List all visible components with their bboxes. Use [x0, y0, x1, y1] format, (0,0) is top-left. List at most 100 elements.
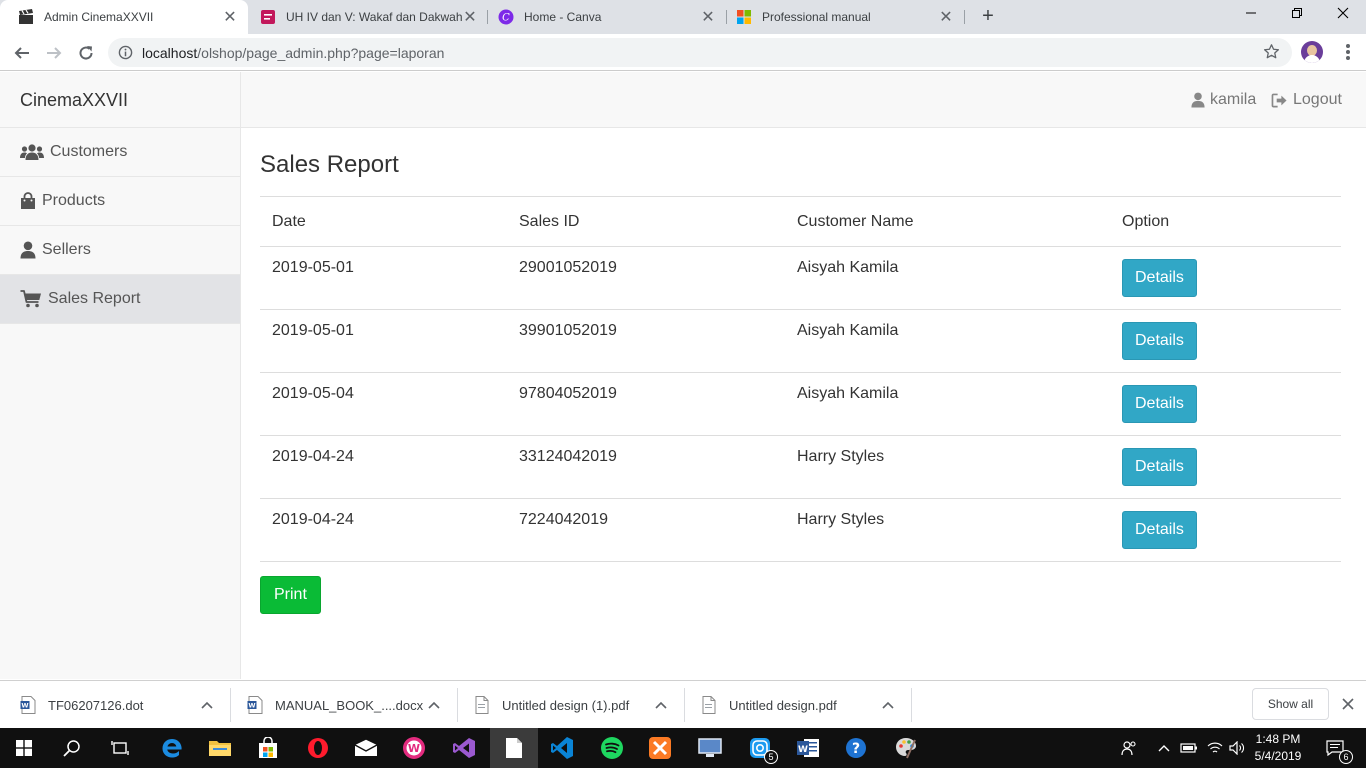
- vscode-icon: [551, 737, 573, 759]
- store-app[interactable]: [244, 728, 292, 768]
- tab-professional-manual[interactable]: Professional manual ✕: [718, 0, 964, 34]
- task-view-icon: [111, 741, 129, 755]
- help-app[interactable]: ?: [832, 728, 880, 768]
- back-button[interactable]: [10, 41, 34, 65]
- close-icon[interactable]: ✕: [222, 7, 238, 27]
- download-item[interactable]: Untitled design (1).pdf: [474, 681, 674, 729]
- sidebar-item-sellers[interactable]: Sellers: [0, 226, 240, 275]
- details-button[interactable]: Details: [1122, 259, 1197, 297]
- close-icon[interactable]: ✕: [462, 7, 478, 27]
- chevron-up-icon[interactable]: [882, 697, 894, 712]
- cell-sales-id: 39901052019: [507, 309, 785, 373]
- new-tab-button[interactable]: +: [976, 5, 1000, 29]
- profile-avatar[interactable]: [1301, 41, 1323, 63]
- sales-report-table: Date Sales ID Customer Name Option 2019-…: [260, 196, 1341, 562]
- sidebar-item-label: Sellers: [42, 241, 91, 258]
- download-item[interactable]: Untitled design.pdf: [701, 681, 901, 729]
- paint-app[interactable]: [882, 728, 930, 768]
- monitor-icon: [698, 738, 722, 757]
- instagram-app[interactable]: 5: [736, 728, 784, 768]
- system-clock[interactable]: 1:48 PM 5/4/2019: [1248, 731, 1308, 765]
- download-item[interactable]: W TF06207126.dot: [20, 681, 220, 729]
- print-button[interactable]: Print: [260, 576, 321, 614]
- restore-window-button[interactable]: [1274, 0, 1320, 30]
- visual-studio-app[interactable]: [440, 728, 488, 768]
- restore-icon: [1292, 8, 1302, 18]
- battery-icon[interactable]: [1178, 728, 1200, 768]
- bookmark-star-icon[interactable]: [1263, 43, 1280, 65]
- close-window-button[interactable]: [1320, 0, 1366, 30]
- task-view-button[interactable]: [96, 728, 144, 768]
- details-button[interactable]: Details: [1122, 385, 1197, 423]
- download-item[interactable]: W MANUAL_BOOK_....docx: [247, 681, 447, 729]
- close-shelf-button[interactable]: [1338, 694, 1358, 714]
- divider: [911, 688, 912, 722]
- svg-text:W: W: [21, 702, 28, 710]
- tab-title: Home - Canva: [524, 10, 602, 24]
- address-bar[interactable]: localhost/olshop/page_admin.php?page=lap…: [108, 38, 1292, 67]
- file-explorer-app[interactable]: [196, 728, 244, 768]
- brand-title[interactable]: CinemaXXVII: [0, 72, 240, 128]
- sidebar-item-products[interactable]: Products: [0, 177, 240, 226]
- vscode-app[interactable]: [538, 728, 586, 768]
- edge-icon: [162, 739, 182, 758]
- chevron-up-icon[interactable]: [428, 697, 440, 712]
- tab-admin-cinemaxxvii[interactable]: Admin CinemaXXVII ✕: [0, 0, 248, 34]
- details-button[interactable]: Details: [1122, 511, 1197, 549]
- sign-out-icon: [1271, 93, 1288, 108]
- action-center-button[interactable]: 6: [1318, 728, 1353, 768]
- sidebar: CinemaXXVII Customers Products Sellers S…: [0, 72, 241, 679]
- xampp-app[interactable]: [636, 728, 684, 768]
- monitor-app[interactable]: [686, 728, 734, 768]
- reload-button[interactable]: [74, 41, 98, 65]
- users-icon: [20, 143, 44, 161]
- cell-date: 2019-05-01: [260, 309, 507, 373]
- spotify-app[interactable]: [588, 728, 636, 768]
- form-icon: [260, 9, 276, 25]
- document-app[interactable]: [490, 728, 538, 768]
- tab-home-canva[interactable]: C Home - Canva ✕: [480, 0, 726, 34]
- forward-button[interactable]: [42, 41, 66, 65]
- wamp-app[interactable]: W: [390, 728, 438, 768]
- edge-app[interactable]: [148, 728, 196, 768]
- logout-link[interactable]: Logout: [1271, 72, 1342, 128]
- chevron-up-icon[interactable]: [655, 697, 667, 712]
- user-menu[interactable]: kamila: [1191, 72, 1256, 128]
- close-icon: [1342, 698, 1354, 710]
- shopping-cart-icon: [20, 290, 42, 308]
- mail-app[interactable]: [342, 728, 390, 768]
- browser-menu-icon[interactable]: [1338, 42, 1358, 62]
- word-app[interactable]: W: [784, 728, 832, 768]
- show-all-button[interactable]: Show all: [1252, 688, 1329, 720]
- chevron-up-icon[interactable]: [201, 697, 213, 712]
- windows-start-button[interactable]: [0, 728, 48, 768]
- sidebar-item-customers[interactable]: Customers: [0, 128, 240, 177]
- people-icon[interactable]: [1116, 728, 1142, 768]
- table-header-row: Date Sales ID Customer Name Option: [260, 196, 1341, 247]
- pdf-file-icon: [701, 696, 717, 714]
- details-button[interactable]: Details: [1122, 322, 1197, 360]
- word-file-icon: W: [247, 696, 263, 714]
- table-row: 2019-04-24 7224042019 Harry Styles Detai…: [260, 498, 1341, 562]
- close-icon[interactable]: ✕: [700, 7, 716, 27]
- clapperboard-icon: [18, 9, 34, 25]
- cell-sales-id: 7224042019: [507, 498, 785, 562]
- details-button[interactable]: Details: [1122, 448, 1197, 486]
- minimize-window-button[interactable]: [1228, 0, 1274, 30]
- cell-date: 2019-05-04: [260, 372, 507, 436]
- microsoft-icon: [736, 9, 752, 25]
- opera-app[interactable]: [294, 728, 342, 768]
- tab-separator: [964, 10, 965, 24]
- tab-uh-iv-dan-v[interactable]: UH IV dan V: Wakaf dan Dakwah ✕: [242, 0, 488, 34]
- xampp-icon: [649, 737, 671, 759]
- chevron-up-icon[interactable]: [1154, 728, 1174, 768]
- opera-icon: [308, 738, 328, 758]
- table-row: 2019-05-01 39901052019 Aisyah Kamila Det…: [260, 309, 1341, 373]
- wifi-icon[interactable]: [1204, 728, 1226, 768]
- close-icon[interactable]: ✕: [938, 7, 954, 27]
- search-button[interactable]: [48, 728, 96, 768]
- info-icon[interactable]: [118, 45, 133, 65]
- sidebar-item-sales-report[interactable]: Sales Report: [0, 275, 240, 324]
- volume-icon[interactable]: [1226, 728, 1248, 768]
- user-icon: [20, 241, 36, 259]
